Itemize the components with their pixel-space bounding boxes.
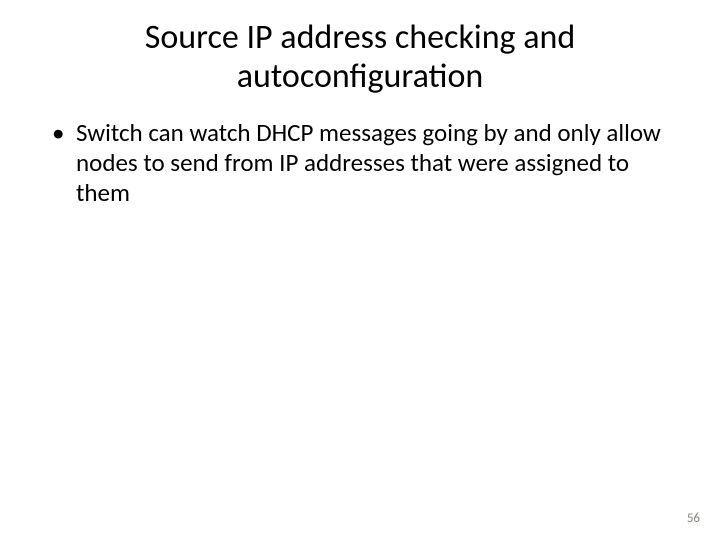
slide-body: Switch can watch DHCP messages going by … xyxy=(0,96,720,208)
page-number: 56 xyxy=(687,511,700,526)
list-item: Switch can watch DHCP messages going by … xyxy=(48,118,672,208)
bullet-list: Switch can watch DHCP messages going by … xyxy=(48,118,672,208)
bullet-text: Switch can watch DHCP messages going by … xyxy=(76,117,661,208)
slide: Source IP address checking and autoconfi… xyxy=(0,0,720,540)
slide-title: Source IP address checking and autoconfi… xyxy=(0,0,720,96)
